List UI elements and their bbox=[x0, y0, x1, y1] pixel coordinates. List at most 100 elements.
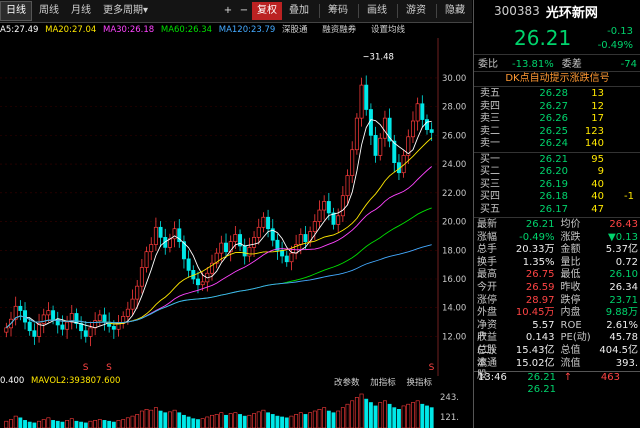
volume-bar bbox=[93, 420, 98, 428]
ma20-value: MA20:27.04 bbox=[45, 25, 97, 35]
orderbook-row[interactable]: 卖四 26.27 12 bbox=[474, 101, 640, 114]
candle bbox=[228, 235, 233, 262]
orderbook-row[interactable]: 买三 26.19 40 bbox=[474, 179, 640, 192]
volume-bar bbox=[350, 400, 355, 428]
orderbook-row[interactable]: 买五 26.17 47 bbox=[474, 204, 640, 217]
orderbook-row[interactable]: 卖三 26.26 17 bbox=[474, 113, 640, 126]
tab-weekly[interactable]: 周线 bbox=[34, 2, 64, 20]
volume-bar bbox=[41, 419, 46, 428]
candle bbox=[23, 302, 28, 330]
candle bbox=[359, 77, 364, 127]
zoom-out-icon[interactable]: − bbox=[236, 2, 252, 20]
candle bbox=[93, 312, 98, 336]
volume-bar bbox=[125, 417, 130, 428]
draw-line-button[interactable]: 画线 bbox=[362, 2, 392, 20]
tab-monthly[interactable]: 月线 bbox=[66, 2, 96, 20]
shgt-link[interactable]: 深股通 bbox=[282, 25, 308, 35]
candle bbox=[69, 304, 74, 330]
orderbook-row[interactable]: 卖五 26.28 13 bbox=[474, 88, 640, 101]
tick-time bbox=[478, 384, 516, 396]
volume-bar bbox=[252, 413, 256, 428]
volume-bar bbox=[210, 414, 214, 428]
tab-daily[interactable]: 日线 bbox=[0, 1, 32, 21]
y-tick-label: 16.00 bbox=[442, 275, 466, 285]
ma5-line bbox=[5, 119, 432, 329]
volume-bar bbox=[130, 415, 135, 428]
high-price-marker: 31.48 bbox=[370, 53, 394, 63]
weibi-value: -13.81% bbox=[512, 59, 554, 70]
stat-value: 393. bbox=[615, 357, 638, 369]
candlestick-chart[interactable]: 12.00 14.00 16.00 18.00 20.00 22.00 24.00 26.00… bbox=[0, 38, 472, 376]
add-indicator-button[interactable]: 加指标 bbox=[370, 378, 396, 388]
rzrq-link[interactable]: 融资融券 bbox=[322, 25, 356, 35]
candle-body bbox=[368, 109, 373, 136]
volume-bar bbox=[37, 420, 41, 428]
hide-button[interactable]: 隐藏 bbox=[440, 2, 470, 20]
y-tick-label: 30.00 bbox=[442, 74, 466, 84]
volume-bar bbox=[65, 420, 70, 428]
orderbook-price: 26.20 bbox=[539, 166, 568, 177]
y-tick-label: 26.00 bbox=[442, 131, 466, 141]
candle bbox=[392, 134, 397, 173]
orderbook-row[interactable]: 买一 26.21 95 bbox=[474, 154, 640, 167]
y-tick-label: 18.00 bbox=[442, 246, 466, 256]
volume-chart[interactable]: 243. 121. bbox=[0, 390, 472, 428]
candle-body bbox=[336, 215, 341, 225]
weicha-label: 委差 bbox=[561, 59, 582, 70]
tab-more-periods[interactable]: 更多周期▾ bbox=[98, 2, 153, 20]
dk-signal-banner[interactable]: DK点自动提示涨跌信号 bbox=[474, 71, 640, 87]
stat-value: 26.43 bbox=[609, 219, 638, 230]
volume-bar bbox=[336, 410, 341, 428]
volume-bar bbox=[219, 412, 224, 428]
candle bbox=[13, 296, 18, 326]
orderbook-row[interactable]: 买四 26.18 40 -1 bbox=[474, 191, 640, 204]
ma-settings-link[interactable]: 设置均线 bbox=[371, 25, 405, 35]
volume-bar bbox=[177, 412, 182, 428]
overlay-button[interactable]: 叠加 bbox=[284, 2, 314, 20]
volume-bar bbox=[153, 407, 158, 428]
orderbook-row[interactable]: 卖二 26.25 123 bbox=[474, 126, 640, 139]
orderbook-row[interactable]: 卖一 26.24 140 bbox=[474, 138, 640, 151]
candle-body bbox=[102, 314, 107, 323]
vol-tick-2: 121. bbox=[440, 413, 459, 423]
orderbook-row[interactable]: 买二 26.20 9 bbox=[474, 166, 640, 179]
vol-prefix: 0.400 bbox=[0, 376, 25, 386]
candle bbox=[46, 302, 51, 323]
volume-bar bbox=[312, 410, 317, 428]
switch-indicator-button[interactable]: 换指标 bbox=[406, 378, 432, 388]
toolbar-divider bbox=[319, 4, 320, 18]
zoom-in-icon[interactable]: + bbox=[220, 2, 236, 20]
candle-body bbox=[322, 201, 327, 211]
volume-bar bbox=[373, 405, 378, 428]
orderbook-volume: 95 bbox=[591, 153, 604, 165]
candle-body bbox=[326, 201, 331, 214]
volume-bar bbox=[74, 420, 79, 428]
stat-label: 内盘 bbox=[560, 307, 581, 319]
orderbook-delta bbox=[604, 154, 634, 167]
candle-body bbox=[378, 137, 383, 156]
orderbook-delta bbox=[604, 179, 634, 192]
candle bbox=[116, 315, 121, 337]
stat-label: 流通股 bbox=[477, 357, 497, 382]
hot-money-button[interactable]: 游资 bbox=[401, 2, 431, 20]
stats-row: 最新 26.21 均价 26.43 bbox=[474, 219, 640, 232]
chips-button[interactable]: 筹码 bbox=[323, 2, 353, 20]
stock-name: 光环新网 bbox=[545, 5, 598, 21]
stat-value: 26.21 bbox=[525, 219, 555, 230]
y-tick-label: 28.00 bbox=[442, 103, 466, 113]
candle bbox=[186, 250, 191, 278]
fuquan-button[interactable]: 复权 bbox=[252, 2, 282, 20]
stat-label: 量比 bbox=[560, 256, 581, 268]
volume-bar bbox=[196, 419, 200, 428]
stat-label: 涨停 bbox=[477, 294, 497, 306]
stats-row: 涨幅 -0.49% 涨跌 ▼0.13 bbox=[474, 232, 640, 245]
orderbook-volume: 40 bbox=[591, 191, 604, 202]
stat-label: 最高 bbox=[477, 269, 497, 281]
candle-body bbox=[340, 195, 345, 217]
edit-params-button[interactable]: 改参数 bbox=[334, 378, 360, 388]
stat-label: 净资产 bbox=[477, 319, 497, 344]
volume-bar bbox=[256, 411, 261, 428]
candle bbox=[322, 195, 327, 220]
stats-row: 收益(二) 0.143 PE(动) 45.78 bbox=[474, 332, 640, 356]
stat-value: 26.59 bbox=[525, 281, 555, 293]
